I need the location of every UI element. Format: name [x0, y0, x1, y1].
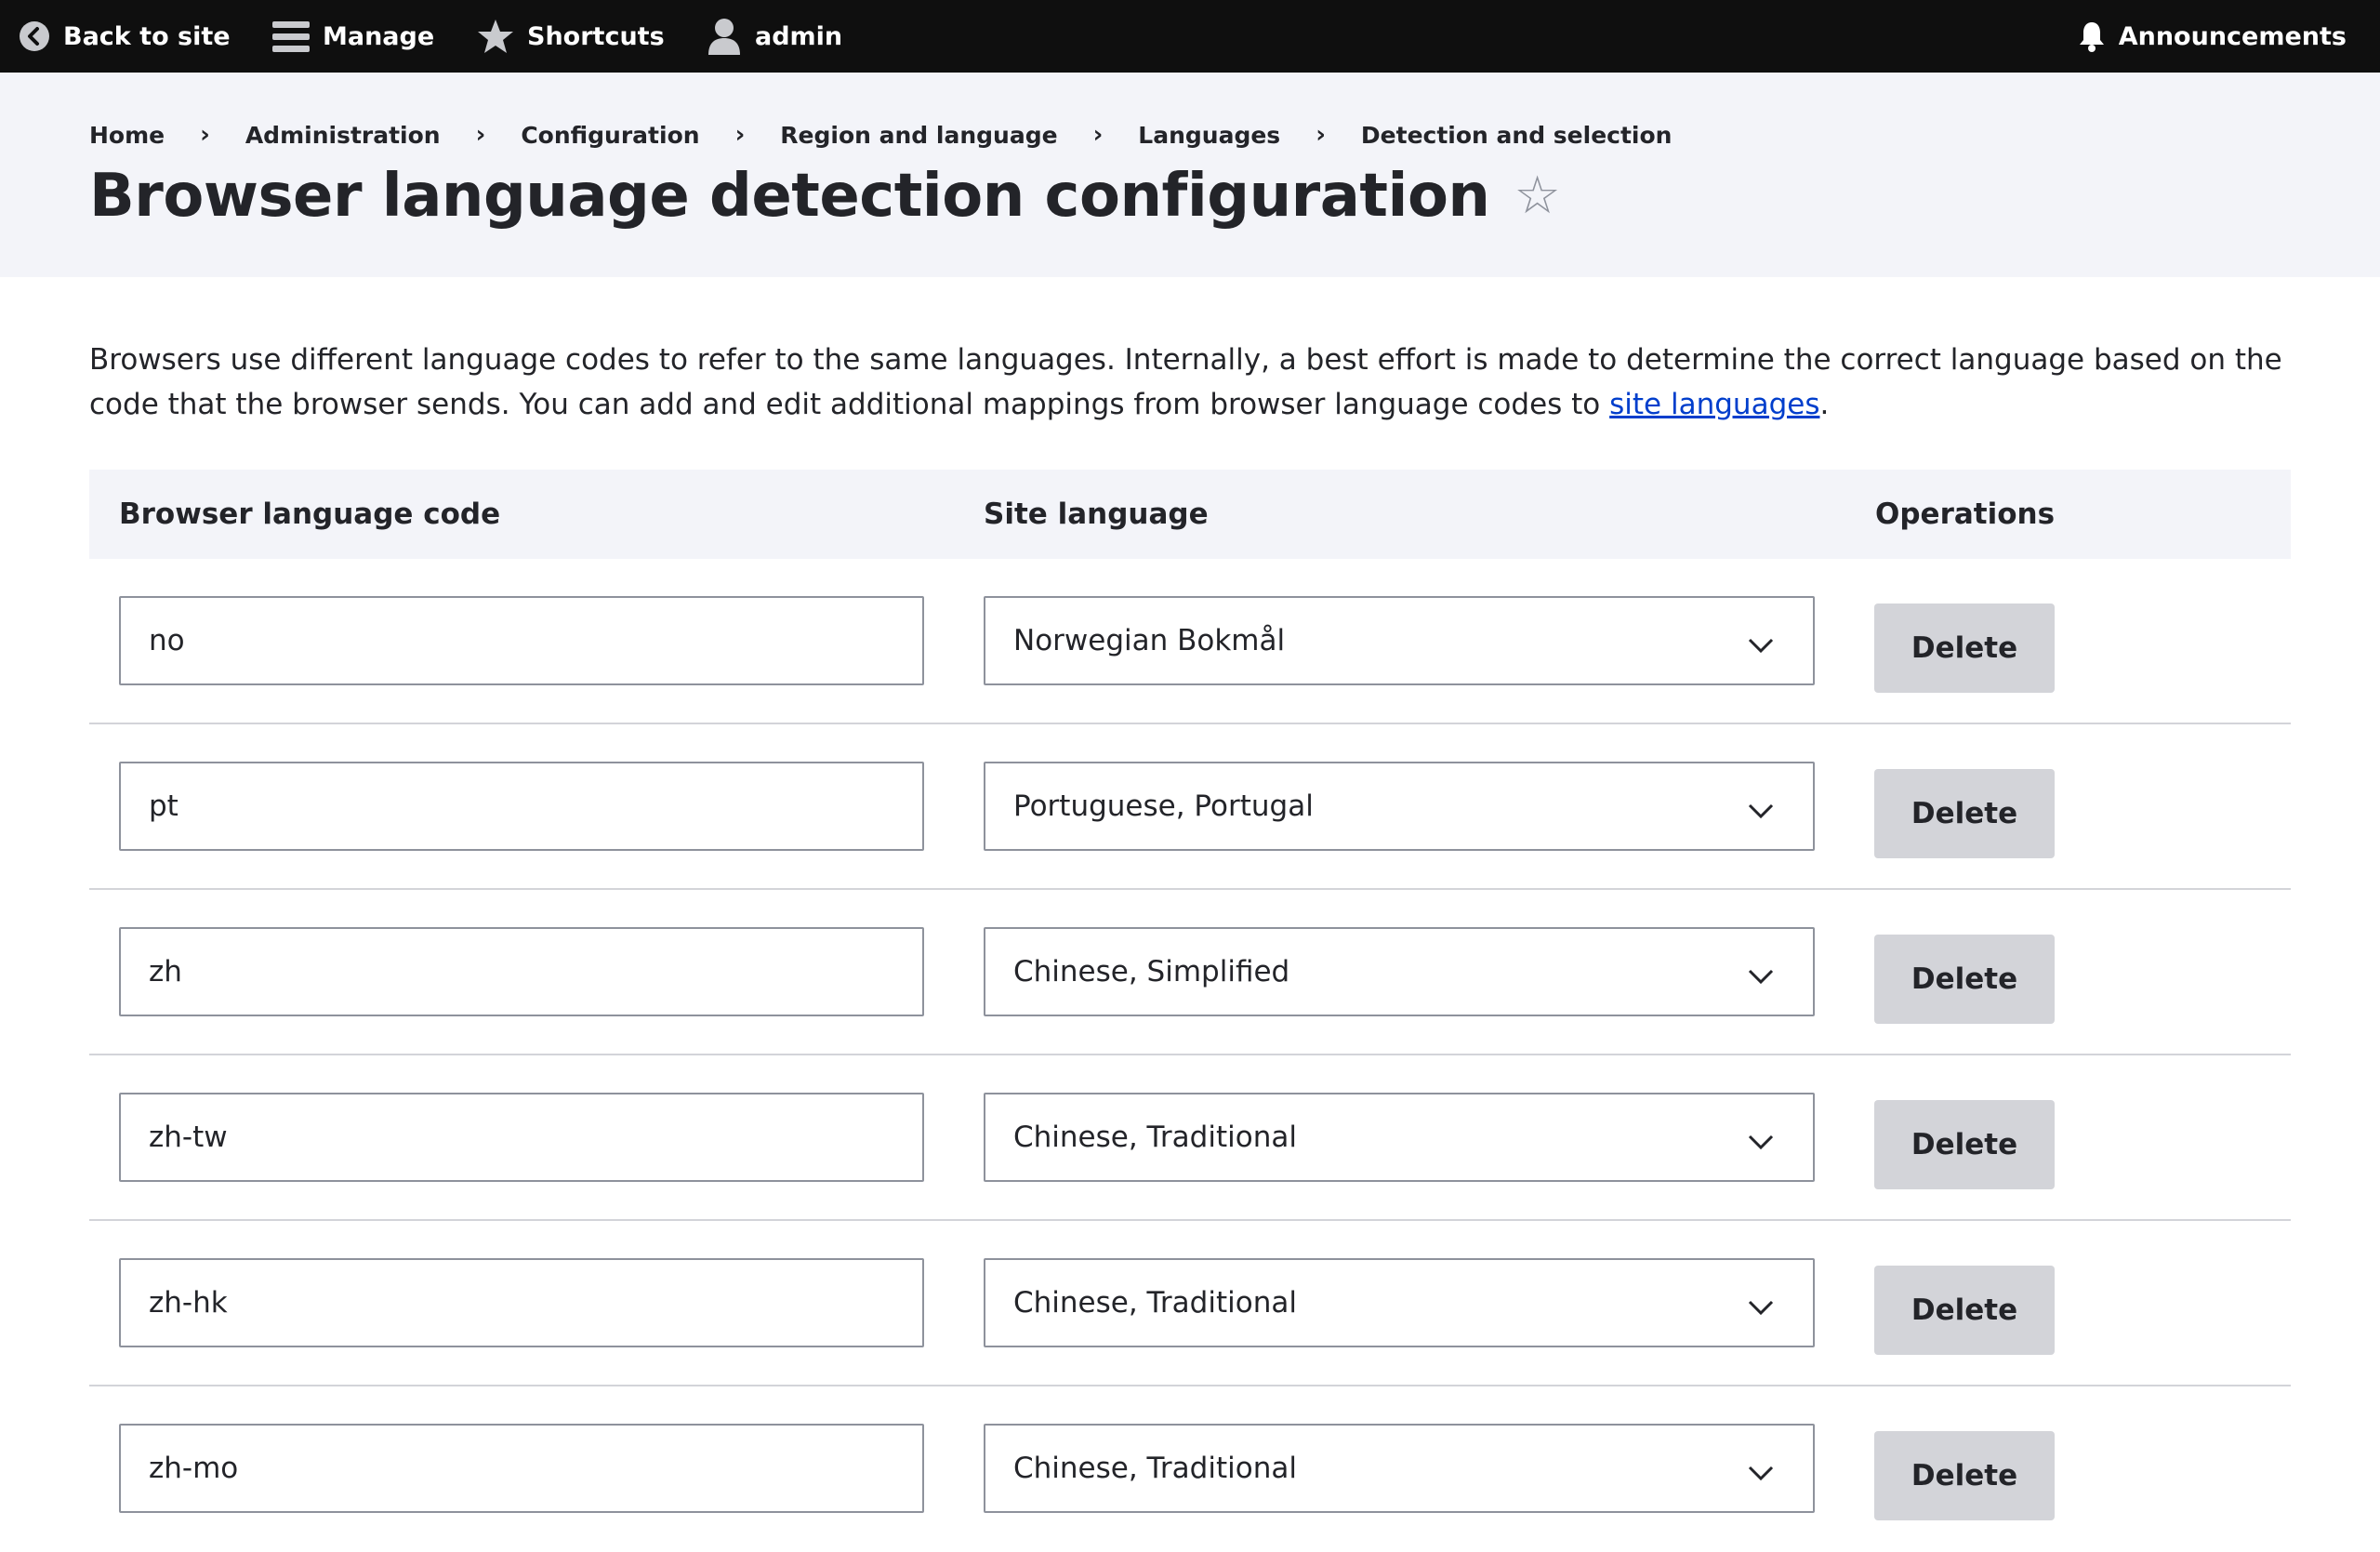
breadcrumb-configuration[interactable]: Configuration [521, 122, 699, 149]
chevron-down-icon [1748, 628, 1774, 661]
language-mapping-table: Browser language code Site language Oper… [89, 470, 2291, 1552]
chevron-down-icon [1748, 959, 1774, 992]
breadcrumb-home[interactable]: Home [89, 122, 165, 149]
breadcrumb-separator-icon: › [1092, 121, 1104, 149]
site-language-selected: Chinese, Simplified [1013, 955, 1290, 988]
breadcrumb-separator-icon: › [1316, 121, 1326, 149]
site-language-select[interactable]: Chinese, Traditional [984, 1424, 1815, 1513]
star-outline-icon[interactable]: ☆ [1514, 170, 1560, 222]
shortcuts-label: Shortcuts [527, 21, 665, 51]
manage-label: Manage [323, 21, 435, 51]
chevron-down-icon [1748, 1290, 1774, 1323]
delete-button[interactable]: Delete [1874, 604, 2055, 693]
description-text: Browsers use different language codes to… [89, 343, 2282, 421]
delete-button[interactable]: Delete [1874, 1100, 2055, 1189]
delete-button[interactable]: Delete [1874, 769, 2055, 858]
chevron-left-circle-icon [19, 20, 50, 52]
column-header-browser-language-code: Browser language code [119, 497, 501, 531]
chevron-down-icon [1748, 793, 1774, 827]
breadcrumb-separator-icon: › [475, 121, 486, 149]
breadcrumb-languages[interactable]: Languages [1138, 122, 1280, 149]
table-row: Chinese, Traditional Delete [89, 1055, 2291, 1221]
back-to-site-label: Back to site [63, 21, 231, 51]
user-label: admin [755, 21, 843, 51]
site-language-selected: Chinese, Traditional [1013, 1286, 1297, 1320]
star-icon [477, 19, 514, 54]
admin-toolbar: Back to site Manage Shortcuts admin Anno… [0, 0, 2380, 73]
chevron-down-icon [1748, 1455, 1774, 1489]
hamburger-icon [272, 20, 310, 53]
site-language-select[interactable]: Norwegian Bokmål [984, 596, 1815, 685]
breadcrumb-detection-and-selection[interactable]: Detection and selection [1361, 122, 1673, 149]
delete-button[interactable]: Delete [1874, 935, 2055, 1024]
browser-language-code-input[interactable] [119, 1258, 924, 1347]
breadcrumb-separator-icon: › [734, 121, 746, 149]
description-end: . [1819, 388, 1830, 421]
table-row: Chinese, Simplified Delete [89, 890, 2291, 1055]
breadcrumb-separator-icon: › [200, 121, 210, 149]
browser-language-code-input[interactable] [119, 927, 924, 1016]
browser-language-code-input[interactable] [119, 1093, 924, 1182]
breadcrumb-administration[interactable]: Administration [245, 122, 441, 149]
site-language-select[interactable]: Portuguese, Portugal [984, 762, 1815, 851]
site-language-selected: Portuguese, Portugal [1013, 789, 1314, 823]
page-description: Browsers use different language codes to… [89, 338, 2302, 427]
delete-button[interactable]: Delete [1874, 1266, 2055, 1355]
breadcrumb-region-and-language[interactable]: Region and language [780, 122, 1057, 149]
table-row: Chinese, Traditional Delete [89, 1221, 2291, 1386]
table-row: Chinese, Traditional Delete [89, 1386, 2291, 1552]
site-language-selected: Chinese, Traditional [1013, 1121, 1297, 1154]
delete-button[interactable]: Delete [1874, 1431, 2055, 1520]
browser-language-code-input[interactable] [119, 762, 924, 851]
shortcuts-menu-button[interactable]: Shortcuts [477, 0, 665, 73]
back-to-site-link[interactable]: Back to site [19, 0, 231, 73]
table-row: Portuguese, Portugal Delete [89, 724, 2291, 890]
announcements-button[interactable]: Announcements [2078, 0, 2347, 73]
chevron-down-icon [1748, 1124, 1774, 1158]
page-header: Home › Administration › Configuration › … [0, 73, 2380, 277]
browser-language-code-input[interactable] [119, 1424, 924, 1513]
person-icon [707, 18, 742, 55]
site-language-select[interactable]: Chinese, Traditional [984, 1258, 1815, 1347]
column-header-operations: Operations [1875, 497, 2056, 531]
column-header-site-language: Site language [984, 497, 1209, 531]
bell-icon [2078, 20, 2106, 52]
table-header: Browser language code Site language Oper… [89, 470, 2291, 559]
site-language-selected: Norwegian Bokmål [1013, 624, 1286, 657]
browser-language-code-input[interactable] [119, 596, 924, 685]
announcements-label: Announcements [2118, 21, 2347, 51]
breadcrumb: Home › Administration › Configuration › … [89, 121, 1672, 149]
page-title: Browser language detection configuration… [89, 162, 1561, 231]
table-row: Norwegian Bokmål Delete [89, 559, 2291, 724]
user-menu-button[interactable]: admin [707, 0, 842, 73]
site-language-selected: Chinese, Traditional [1013, 1452, 1297, 1485]
page-title-text: Browser language detection configuration [89, 162, 1490, 231]
site-language-select[interactable]: Chinese, Traditional [984, 1093, 1815, 1182]
site-language-select[interactable]: Chinese, Simplified [984, 927, 1815, 1016]
site-languages-link[interactable]: site languages [1609, 388, 1819, 421]
manage-menu-button[interactable]: Manage [272, 0, 434, 73]
